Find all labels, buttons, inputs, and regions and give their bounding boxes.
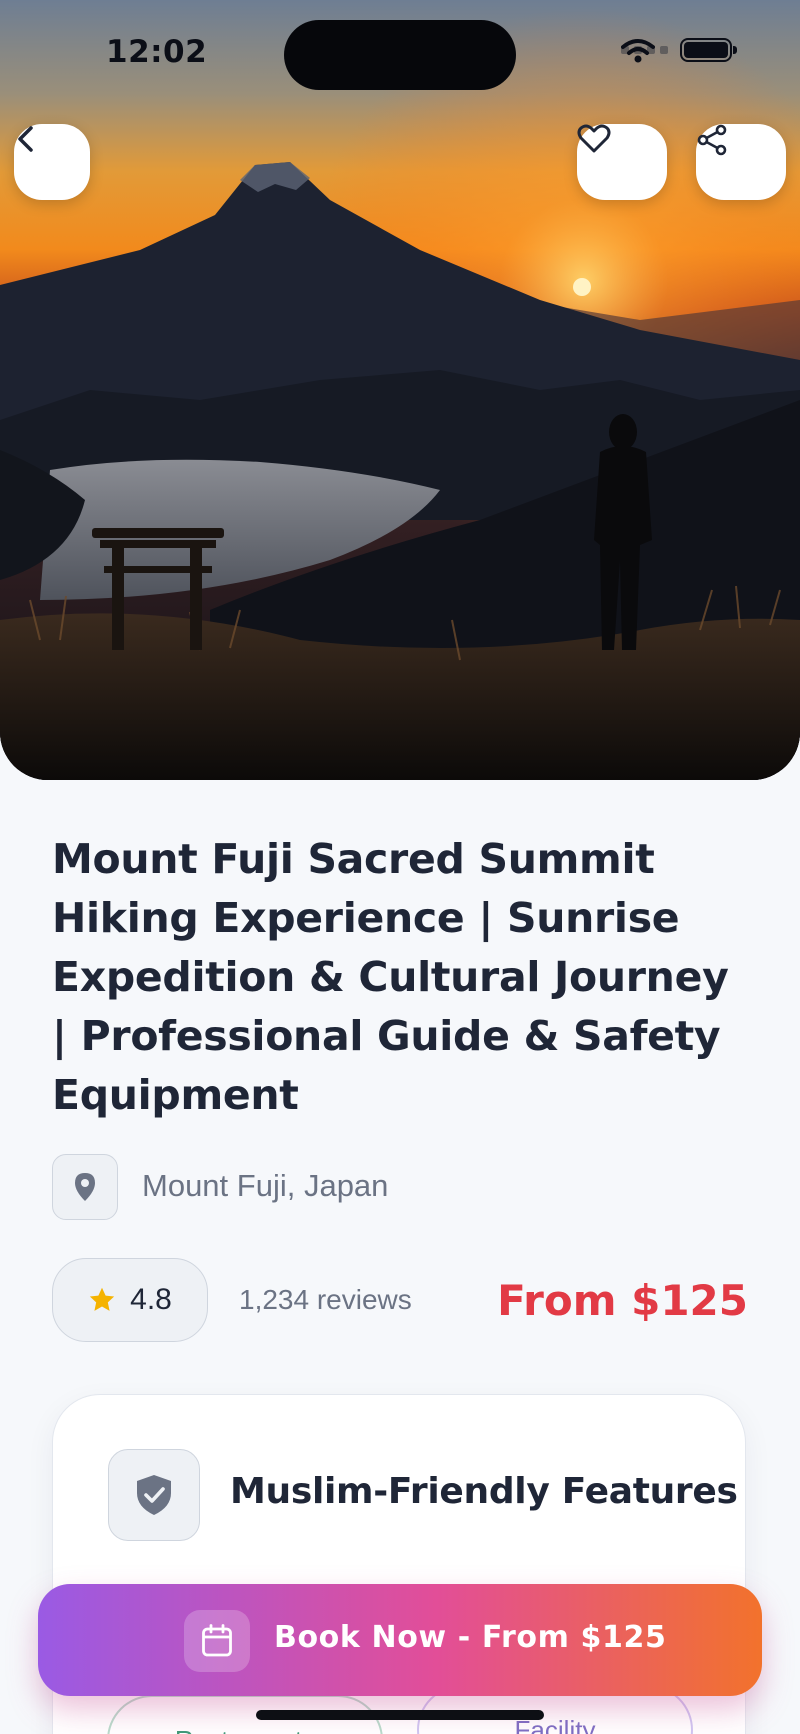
battery-icon bbox=[680, 38, 737, 62]
calendar-icon bbox=[202, 1624, 232, 1657]
hero-image: 12:02 bbox=[0, 0, 800, 780]
price-label: From $125 bbox=[497, 1276, 748, 1325]
location-icon-box bbox=[52, 1154, 118, 1220]
home-indicator bbox=[256, 1710, 544, 1720]
share-button[interactable] bbox=[696, 124, 786, 200]
book-now-button[interactable]: Book Now - From $125 bbox=[38, 1584, 762, 1696]
back-button[interactable] bbox=[14, 124, 90, 200]
chevron-left-icon bbox=[18, 126, 33, 152]
calendar-icon-box bbox=[184, 1610, 250, 1672]
status-time: 12:02 bbox=[106, 34, 208, 70]
reviews-count[interactable]: 1,234 reviews bbox=[239, 1284, 412, 1316]
dynamic-island bbox=[284, 20, 516, 90]
share-icon bbox=[697, 124, 727, 156]
star-icon bbox=[90, 1287, 115, 1311]
book-now-label: Book Now - From $125 bbox=[274, 1620, 667, 1655]
status-icons bbox=[621, 38, 737, 63]
mount-fuji-sunrise-photo bbox=[0, 0, 800, 780]
favorite-button[interactable] bbox=[577, 124, 667, 200]
shield-check-icon bbox=[137, 1475, 171, 1515]
heart-icon bbox=[577, 124, 611, 153]
wifi-icon bbox=[621, 39, 655, 63]
location-text: Mount Fuji, Japan bbox=[142, 1168, 389, 1203]
map-pin-icon bbox=[75, 1173, 95, 1201]
rating-value: 4.8 bbox=[130, 1283, 172, 1316]
rating-badge[interactable]: 4.8 bbox=[52, 1258, 208, 1342]
shield-icon-box bbox=[108, 1449, 200, 1541]
features-title: Muslim-Friendly Features bbox=[230, 1471, 738, 1512]
experience-title: Mount Fuji Sacred Summit Hiking Experien… bbox=[52, 835, 729, 1119]
